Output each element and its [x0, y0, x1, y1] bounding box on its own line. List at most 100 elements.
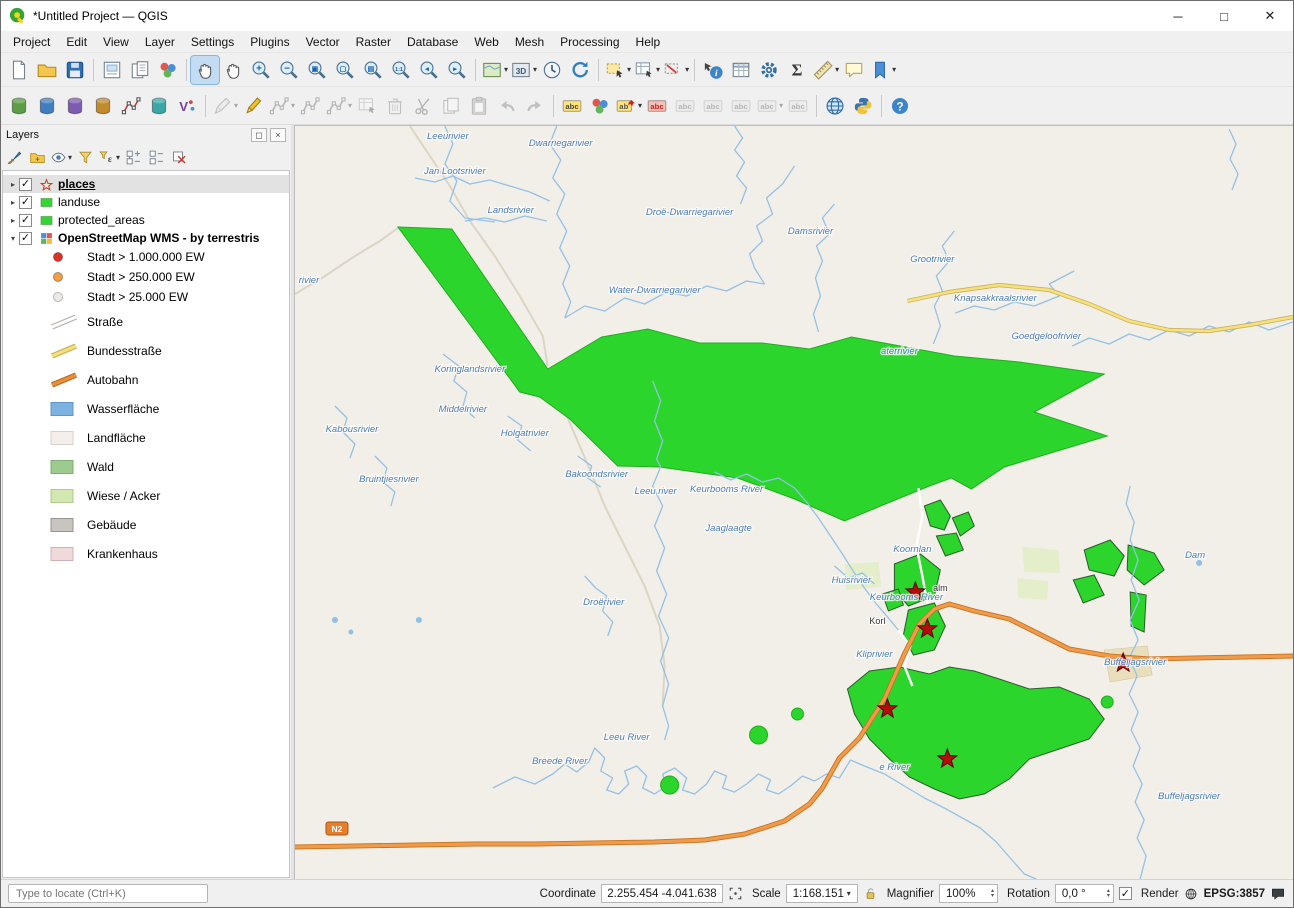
- expand-arrow-icon[interactable]: ▾: [7, 234, 19, 243]
- save-project-button[interactable]: [61, 56, 89, 84]
- layer-row-openstreetmap-wms-by-terrestris[interactable]: ▾✓OpenStreetMap WMS - by terrestris: [3, 229, 289, 247]
- new-print-layout-button[interactable]: [98, 56, 126, 84]
- collapse-all-button[interactable]: [146, 148, 166, 168]
- new-3d-map-view-button[interactable]: 3D▾: [509, 56, 538, 84]
- zoom-next-button[interactable]: ▸: [443, 56, 471, 84]
- menu-layer[interactable]: Layer: [137, 33, 183, 51]
- new-map-view-button[interactable]: ▾: [480, 56, 509, 84]
- filter-legend-by-expression-button[interactable]: ε▾: [98, 148, 120, 168]
- legend-item[interactable]: Krankenhaus: [3, 539, 289, 568]
- statistical-summary-button[interactable]: Σ: [783, 56, 811, 84]
- menu-edit[interactable]: Edit: [58, 33, 95, 51]
- open-layer-styling-panel-button[interactable]: [4, 148, 24, 168]
- expand-arrow-icon[interactable]: ▸: [7, 216, 19, 225]
- zoom-to-selection-button[interactable]: ▢: [331, 56, 359, 84]
- new-project-button[interactable]: [5, 56, 33, 84]
- deselect-features-button[interactable]: ▾: [661, 56, 690, 84]
- menu-plugins[interactable]: Plugins: [242, 33, 297, 51]
- spinbox-arrows-icon[interactable]: ▴▾: [1107, 889, 1110, 899]
- style-manager-button[interactable]: [154, 56, 182, 84]
- expand-arrow-icon[interactable]: ▸: [7, 198, 19, 207]
- new-shapefile-layer-button[interactable]: [33, 92, 61, 120]
- maximize-button[interactable]: □: [1201, 1, 1247, 31]
- close-button[interactable]: ✕: [1247, 1, 1293, 31]
- crs-icon[interactable]: [1184, 887, 1198, 901]
- layer-name[interactable]: protected_areas: [58, 213, 145, 227]
- legend-item[interactable]: Wiese / Acker: [3, 481, 289, 510]
- menu-vector[interactable]: Vector: [298, 33, 348, 51]
- legend-item[interactable]: Stadt > 250.000 EW: [3, 267, 289, 287]
- pan-map-to-selection-button[interactable]: [219, 56, 247, 84]
- new-spatialite-layer-button[interactable]: [61, 92, 89, 120]
- expand-all-button[interactable]: [123, 148, 143, 168]
- panel-close-button[interactable]: ×: [270, 128, 286, 142]
- manage-map-themes-button[interactable]: ▾: [50, 148, 72, 168]
- legend-item[interactable]: Landfläche: [3, 423, 289, 452]
- spinbox-arrows-icon[interactable]: ▴▾: [991, 889, 994, 899]
- legend-item[interactable]: Autobahn: [3, 365, 289, 394]
- new-mesh-layer-button[interactable]: [117, 92, 145, 120]
- python-console-button[interactable]: [849, 92, 877, 120]
- pan-map-button[interactable]: [191, 56, 219, 84]
- legend-item[interactable]: Stadt > 1.000.000 EW: [3, 247, 289, 267]
- layer-name[interactable]: places: [58, 177, 95, 191]
- processing-toolbox-button[interactable]: [755, 56, 783, 84]
- layer-row-protected_areas[interactable]: ▸✓ protected_areas: [3, 211, 289, 229]
- zoom-last-button[interactable]: ◂: [415, 56, 443, 84]
- select-features-by-value-button[interactable]: ▾: [632, 56, 661, 84]
- minimize-button[interactable]: ─: [1155, 1, 1201, 31]
- magnifier-spinbox[interactable]: 100% ▴▾: [939, 884, 998, 903]
- legend-item[interactable]: Straße: [3, 307, 289, 336]
- lock-icon[interactable]: [863, 886, 878, 901]
- layer-name[interactable]: OpenStreetMap WMS - by terrestris: [58, 231, 259, 245]
- layer-visibility-checkbox[interactable]: ✓: [19, 214, 32, 227]
- scale-dropdown-caret[interactable]: ▾: [847, 889, 851, 898]
- extents-toggle-icon[interactable]: [728, 886, 743, 901]
- menu-settings[interactable]: Settings: [183, 33, 242, 51]
- legend-item[interactable]: Gebäude: [3, 510, 289, 539]
- map-tips-button[interactable]: [840, 56, 868, 84]
- legend-item[interactable]: Stadt > 25.000 EW: [3, 287, 289, 307]
- zoom-out-button[interactable]: −: [275, 56, 303, 84]
- legend-item[interactable]: Bundesstraße: [3, 336, 289, 365]
- select-features-button[interactable]: ▾: [603, 56, 632, 84]
- menu-project[interactable]: Project: [5, 33, 58, 51]
- help-contents-button[interactable]: ?: [886, 92, 914, 120]
- layer-visibility-checkbox[interactable]: ✓: [19, 178, 32, 191]
- legend-item[interactable]: Wald: [3, 452, 289, 481]
- coordinate-value[interactable]: 2.255.454 -4.041.638: [601, 884, 723, 903]
- zoom-in-button[interactable]: +: [247, 56, 275, 84]
- menu-view[interactable]: View: [95, 33, 137, 51]
- layer-labeling-options-button[interactable]: abc: [558, 92, 586, 120]
- render-checkbox[interactable]: ✓: [1119, 887, 1132, 900]
- identify-features-button[interactable]: i: [699, 56, 727, 84]
- layer-name[interactable]: landuse: [58, 195, 100, 209]
- layer-row-landuse[interactable]: ▸✓ landuse: [3, 193, 289, 211]
- menu-raster[interactable]: Raster: [348, 33, 399, 51]
- zoom-to-layer-button[interactable]: ▤: [359, 56, 387, 84]
- expand-arrow-icon[interactable]: ▸: [7, 180, 19, 189]
- menu-help[interactable]: Help: [628, 33, 669, 51]
- filter-legend-button[interactable]: [75, 148, 95, 168]
- highlight-pinned-labels-button[interactable]: abc: [643, 92, 671, 120]
- zoom-full-button[interactable]: ▣: [303, 56, 331, 84]
- menu-database[interactable]: Database: [399, 33, 466, 51]
- menu-mesh[interactable]: Mesh: [507, 33, 552, 51]
- rotation-spinbox[interactable]: 0,0 ° ▴▾: [1055, 884, 1114, 903]
- layer-visibility-checkbox[interactable]: ✓: [19, 196, 32, 209]
- pin-unpin-labels-button[interactable]: ab▾: [614, 92, 643, 120]
- remove-layer-button[interactable]: [169, 148, 189, 168]
- add-group-button[interactable]: +: [27, 148, 47, 168]
- new-spatial-bookmark-button[interactable]: ▾: [868, 56, 897, 84]
- zoom-to-native-resolution-button[interactable]: 1:1: [387, 56, 415, 84]
- refresh-button[interactable]: [566, 56, 594, 84]
- locator-input[interactable]: [8, 884, 208, 903]
- new-temporary-scratch-layer-button[interactable]: [89, 92, 117, 120]
- new-gpx-layer-button[interactable]: [145, 92, 173, 120]
- menu-processing[interactable]: Processing: [552, 33, 627, 51]
- open-project-button[interactable]: [33, 56, 61, 84]
- temporal-controller-panel-button[interactable]: [538, 56, 566, 84]
- scale-combobox[interactable]: 1:168.151 ▾: [786, 884, 858, 903]
- map-canvas[interactable]: N2LeeurivierDwarriegarivierJan Lootsrivi…: [294, 125, 1293, 879]
- new-virtual-layer-button[interactable]: V: [173, 92, 201, 120]
